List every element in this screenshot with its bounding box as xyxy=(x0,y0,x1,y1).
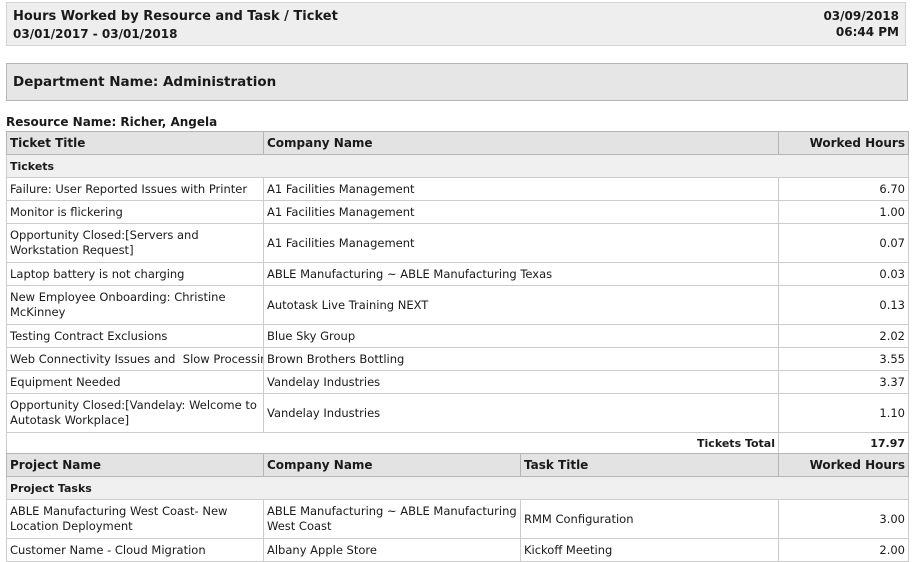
tickets-total-row: Tickets Total 17.97 xyxy=(6,432,909,454)
ticket-title-cell: Failure: User Reported Issues with Print… xyxy=(6,177,264,201)
table-row: Opportunity Closed:[Vandelay: Welcome to… xyxy=(6,393,909,433)
ticket-title-cell: Monitor is flickering xyxy=(6,200,264,224)
company-name-cell: Albany Apple Store xyxy=(263,538,521,562)
worked-hours-cell: 2.00 xyxy=(778,538,909,562)
ticket-title-cell: Testing Contract Exclusions xyxy=(6,324,264,348)
project-name-cell: Customer Name - Cloud Migration xyxy=(6,538,264,562)
company-name-cell: Vandelay Industries xyxy=(263,393,779,433)
projects-header-row: Project Name Company Name Task Title Wor… xyxy=(6,453,909,477)
company-name-cell: Blue Sky Group xyxy=(263,324,779,348)
ticket-title-cell: Web Connectivity Issues and Slow Process… xyxy=(6,347,264,371)
column-header-company-name: Company Name xyxy=(263,131,779,155)
project-tasks-table: Project Name Company Name Task Title Wor… xyxy=(6,453,909,562)
worked-hours-cell: 3.00 xyxy=(778,499,909,539)
worked-hours-cell: 6.70 xyxy=(778,177,909,201)
column-header-worked-hours: Worked Hours xyxy=(778,131,909,155)
column-header-company-name: Company Name xyxy=(263,453,521,477)
table-row: Failure: User Reported Issues with Print… xyxy=(6,177,909,201)
worked-hours-cell: 1.00 xyxy=(778,200,909,224)
department-header: Department Name: Administration xyxy=(6,63,908,101)
task-title-cell: Kickoff Meeting xyxy=(520,538,779,562)
table-row: ABLE Manufacturing West Coast- New Locat… xyxy=(6,499,909,539)
ticket-title-cell: Equipment Needed xyxy=(6,370,264,394)
company-name-cell: A1 Facilities Management xyxy=(263,223,779,263)
column-header-worked-hours: Worked Hours xyxy=(778,453,909,477)
report-header: Hours Worked by Resource and Task / Tick… xyxy=(6,2,906,46)
worked-hours-cell: 0.03 xyxy=(778,262,909,286)
tickets-total-value: 17.97 xyxy=(778,432,909,454)
task-title-cell: RMM Configuration xyxy=(520,499,779,539)
worked-hours-cell: 0.07 xyxy=(778,223,909,263)
section-label-project-tasks: Project Tasks xyxy=(6,476,909,500)
company-name-cell: A1 Facilities Management xyxy=(263,177,779,201)
department-name: Department Name: Administration xyxy=(13,74,277,90)
report-title: Hours Worked by Resource and Task / Tick… xyxy=(13,9,338,24)
table-row: Opportunity Closed:[Servers and Workstat… xyxy=(6,223,909,263)
worked-hours-cell: 0.13 xyxy=(778,285,909,325)
company-name-cell: Vandelay Industries xyxy=(263,370,779,394)
ticket-title-cell: New Employee Onboarding: Christine McKin… xyxy=(6,285,264,325)
ticket-title-cell: Opportunity Closed:[Vandelay: Welcome to… xyxy=(6,393,264,433)
report-run-date: 03/09/2018 xyxy=(823,9,899,23)
column-header-ticket-title: Ticket Title xyxy=(6,131,264,155)
project-tasks-section-row: Project Tasks xyxy=(6,476,909,500)
resource-name: Resource Name: Richer, Angela xyxy=(6,115,218,129)
tickets-table: Ticket Title Company Name Worked Hours T… xyxy=(6,131,909,454)
tickets-section-row: Tickets xyxy=(6,154,909,178)
tickets-header-row: Ticket Title Company Name Worked Hours xyxy=(6,131,909,155)
ticket-title-cell: Opportunity Closed:[Servers and Workstat… xyxy=(6,223,264,263)
table-row: Customer Name - Cloud Migration Albany A… xyxy=(6,538,909,562)
table-row: Monitor is flickering A1 Facilities Mana… xyxy=(6,200,909,224)
report-date-range: 03/01/2017 - 03/01/2018 xyxy=(13,27,178,41)
worked-hours-cell: 3.37 xyxy=(778,370,909,394)
company-name-cell: A1 Facilities Management xyxy=(263,200,779,224)
ticket-title-cell: Laptop battery is not charging xyxy=(6,262,264,286)
report-run-time: 06:44 PM xyxy=(835,25,899,39)
company-name-cell: ABLE Manufacturing ~ ABLE Manufacturing … xyxy=(263,499,521,539)
table-row: Equipment Needed Vandelay Industries 3.3… xyxy=(6,370,909,394)
tickets-total-label: Tickets Total xyxy=(6,432,779,454)
column-header-task-title: Task Title xyxy=(520,453,779,477)
company-name-cell: ABLE Manufacturing ~ ABLE Manufacturing … xyxy=(263,262,779,286)
table-row: Laptop battery is not charging ABLE Manu… xyxy=(6,262,909,286)
column-header-project-name: Project Name xyxy=(6,453,264,477)
worked-hours-cell: 1.10 xyxy=(778,393,909,433)
worked-hours-cell: 3.55 xyxy=(778,347,909,371)
company-name-cell: Autotask Live Training NEXT xyxy=(263,285,779,325)
project-name-cell: ABLE Manufacturing West Coast- New Locat… xyxy=(6,499,264,539)
table-row: Web Connectivity Issues and Slow Process… xyxy=(6,347,909,371)
section-label-tickets: Tickets xyxy=(6,154,909,178)
worked-hours-cell: 2.02 xyxy=(778,324,909,348)
company-name-cell: Brown Brothers Bottling xyxy=(263,347,779,371)
table-row: New Employee Onboarding: Christine McKin… xyxy=(6,285,909,325)
table-row: Testing Contract Exclusions Blue Sky Gro… xyxy=(6,324,909,348)
